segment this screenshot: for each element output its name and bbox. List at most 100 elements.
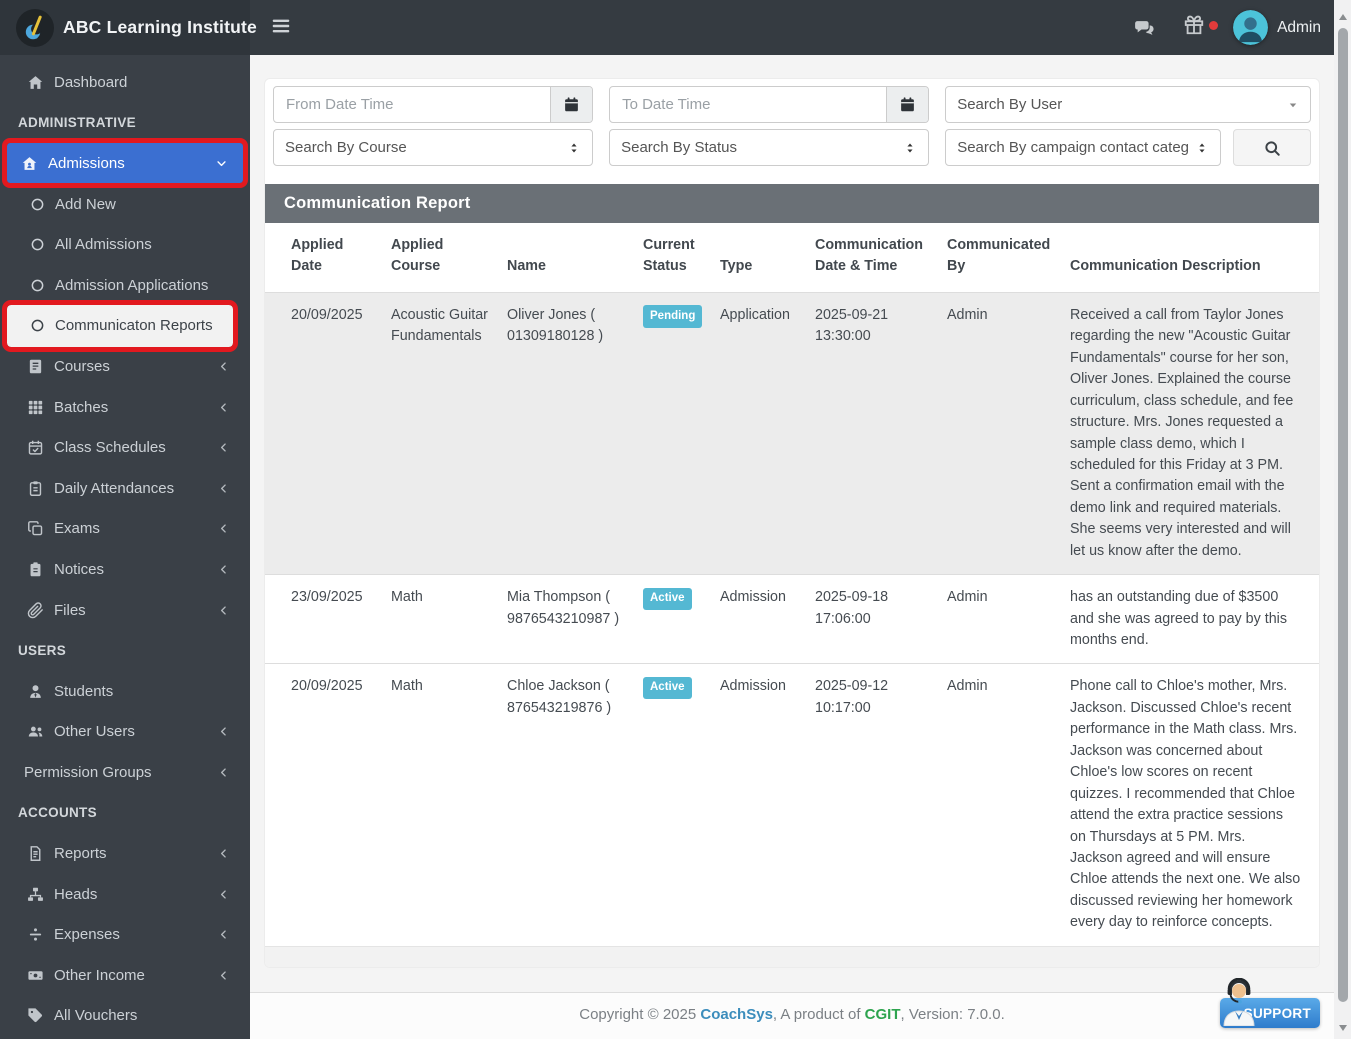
panel-title: Communication Report [265, 184, 1319, 223]
sidebar-item-expenses[interactable]: Expenses [0, 914, 250, 955]
sidebar-item-students[interactable]: Students [0, 671, 250, 712]
cell-name: Oliver Jones ( 01309180128 ) [499, 292, 635, 574]
select-value: Search By Course [285, 139, 407, 156]
footer-text: , A product of [773, 1006, 865, 1023]
admissions-home-icon [21, 155, 38, 172]
communication-report-table: Applied Date Applied Course Name Current… [265, 223, 1319, 946]
cell-description: Received a call from Taylor Jones regard… [1062, 292, 1319, 574]
cell-type: Application [712, 292, 807, 574]
sidebar-item-heads[interactable]: Heads [0, 874, 250, 915]
sidebar-item-other-users[interactable]: Other Users [0, 712, 250, 753]
chat-icon[interactable] [1133, 17, 1155, 39]
to-date-input[interactable] [610, 87, 886, 122]
gift-button[interactable] [1183, 14, 1205, 41]
sidebar-item-batches[interactable]: Batches [0, 387, 250, 428]
calendar-addon[interactable] [886, 87, 928, 122]
user-menu[interactable]: Admin [1233, 10, 1321, 45]
sidebar-item-label: Expenses [54, 926, 120, 943]
scrollbar[interactable] [1334, 0, 1351, 1039]
col-header-name: Name [499, 223, 635, 292]
chevron-left-icon [218, 889, 229, 900]
search-by-status-select[interactable]: Search By Status [609, 129, 929, 166]
circle-icon [30, 197, 45, 212]
sidebar: Dashboard ADMINISTRATIVE Admissions Add … [0, 55, 250, 1039]
search-by-user-select[interactable]: Search By User [945, 86, 1311, 123]
scroll-up-arrow[interactable] [1339, 14, 1347, 20]
hamburger-icon [270, 15, 292, 37]
footer-org-link[interactable]: CGIT [865, 1006, 901, 1023]
chevron-left-icon [218, 726, 229, 737]
cell-applied-course: Acoustic Guitar Fundamentals [383, 292, 499, 574]
sidebar-item-courses[interactable]: Courses [0, 346, 250, 387]
cell-by: Admin [939, 664, 1062, 946]
sidebar-item-label: Daily Attendances [54, 480, 174, 497]
sidebar-toggle-button[interactable] [268, 14, 294, 40]
sidebar-item-reports[interactable]: Reports [0, 833, 250, 874]
sidebar-item-dashboard[interactable]: Dashboard [0, 62, 250, 103]
table-row: 23/09/2025 Math Mia Thompson ( 987654321… [265, 575, 1319, 664]
chevron-left-icon [218, 442, 229, 453]
sidebar-item-label: Other Income [54, 967, 145, 984]
circle-icon [30, 318, 45, 333]
sidebar-item-communication-reports[interactable]: Communicaton Reports [7, 305, 233, 347]
sidebar-item-all-admissions[interactable]: All Admissions [0, 224, 250, 265]
cell-applied-date: 23/09/2025 [265, 575, 383, 664]
tag-icon [27, 1007, 44, 1024]
cell-applied-course: Math [383, 664, 499, 946]
scroll-down-arrow[interactable] [1339, 1025, 1347, 1031]
calendar-icon [563, 96, 580, 113]
footer-brand-link[interactable]: CoachSys [700, 1006, 773, 1023]
chevron-left-icon [218, 564, 229, 575]
users-icon [27, 723, 44, 740]
app-logo-icon [16, 9, 54, 47]
sidebar-item-label: Add New [55, 196, 116, 213]
sidebar-item-permission-groups[interactable]: Permission Groups [0, 752, 250, 793]
home-icon [27, 74, 44, 91]
book-icon [27, 358, 44, 375]
sidebar-item-label: Other Users [54, 723, 135, 740]
sidebar-item-label: Students [54, 683, 113, 700]
support-button[interactable]: SUPPORT [1220, 998, 1320, 1028]
sidebar-item-files[interactable]: Files [0, 590, 250, 631]
table-row: 20/09/2025 Math Chloe Jackson ( 87654321… [265, 664, 1319, 946]
table-header-row: Applied Date Applied Course Name Current… [265, 223, 1319, 292]
calendar-icon [899, 96, 916, 113]
cell-by: Admin [939, 575, 1062, 664]
sort-arrows-icon [567, 141, 581, 155]
scrollbar-thumb[interactable] [1338, 28, 1348, 1002]
cell-status: Active [635, 664, 712, 946]
chevron-left-icon [218, 483, 229, 494]
from-date-input[interactable] [274, 87, 550, 122]
sidebar-item-all-vouchers[interactable]: All Vouchers [0, 996, 250, 1037]
sidebar-item-label: Admissions [48, 155, 125, 172]
search-by-campaign-select[interactable]: Search By campaign contact categ [945, 129, 1221, 166]
circle-icon [30, 237, 45, 252]
brand[interactable]: ABC Learning Institute [0, 0, 250, 55]
search-by-course-select[interactable]: Search By Course [273, 129, 593, 166]
sidebar-item-label: Files [54, 602, 86, 619]
sidebar-item-label: Batches [54, 399, 108, 416]
sidebar-item-label: All Vouchers [54, 1007, 137, 1024]
sidebar-item-add-new[interactable]: Add New [0, 184, 250, 225]
status-badge: Active [643, 677, 692, 699]
sidebar-item-label: Permission Groups [24, 764, 152, 781]
col-header-description: Communication Description [1062, 223, 1319, 292]
status-badge: Pending [643, 305, 702, 327]
money-bill-icon [27, 967, 44, 984]
sidebar-item-admissions[interactable]: Admissions [7, 143, 243, 183]
circle-icon [30, 278, 45, 293]
sidebar-item-label: Dashboard [54, 74, 127, 91]
sidebar-item-daily-attendances[interactable]: Daily Attendances [0, 468, 250, 509]
chevron-left-icon [218, 970, 229, 981]
sidebar-item-other-income[interactable]: Other Income [0, 955, 250, 996]
gift-icon [1183, 14, 1205, 36]
sidebar-item-exams[interactable]: Exams [0, 509, 250, 550]
clipboard-list-icon [27, 480, 44, 497]
sidebar-item-admission-applications[interactable]: Admission Applications [0, 265, 250, 306]
sidebar-item-notices[interactable]: Notices [0, 549, 250, 590]
search-button[interactable] [1233, 129, 1311, 166]
calendar-addon[interactable] [550, 87, 592, 122]
sidebar-item-label: Reports [54, 845, 107, 862]
user-tie-icon [27, 683, 44, 700]
sidebar-item-class-schedules[interactable]: Class Schedules [0, 427, 250, 468]
